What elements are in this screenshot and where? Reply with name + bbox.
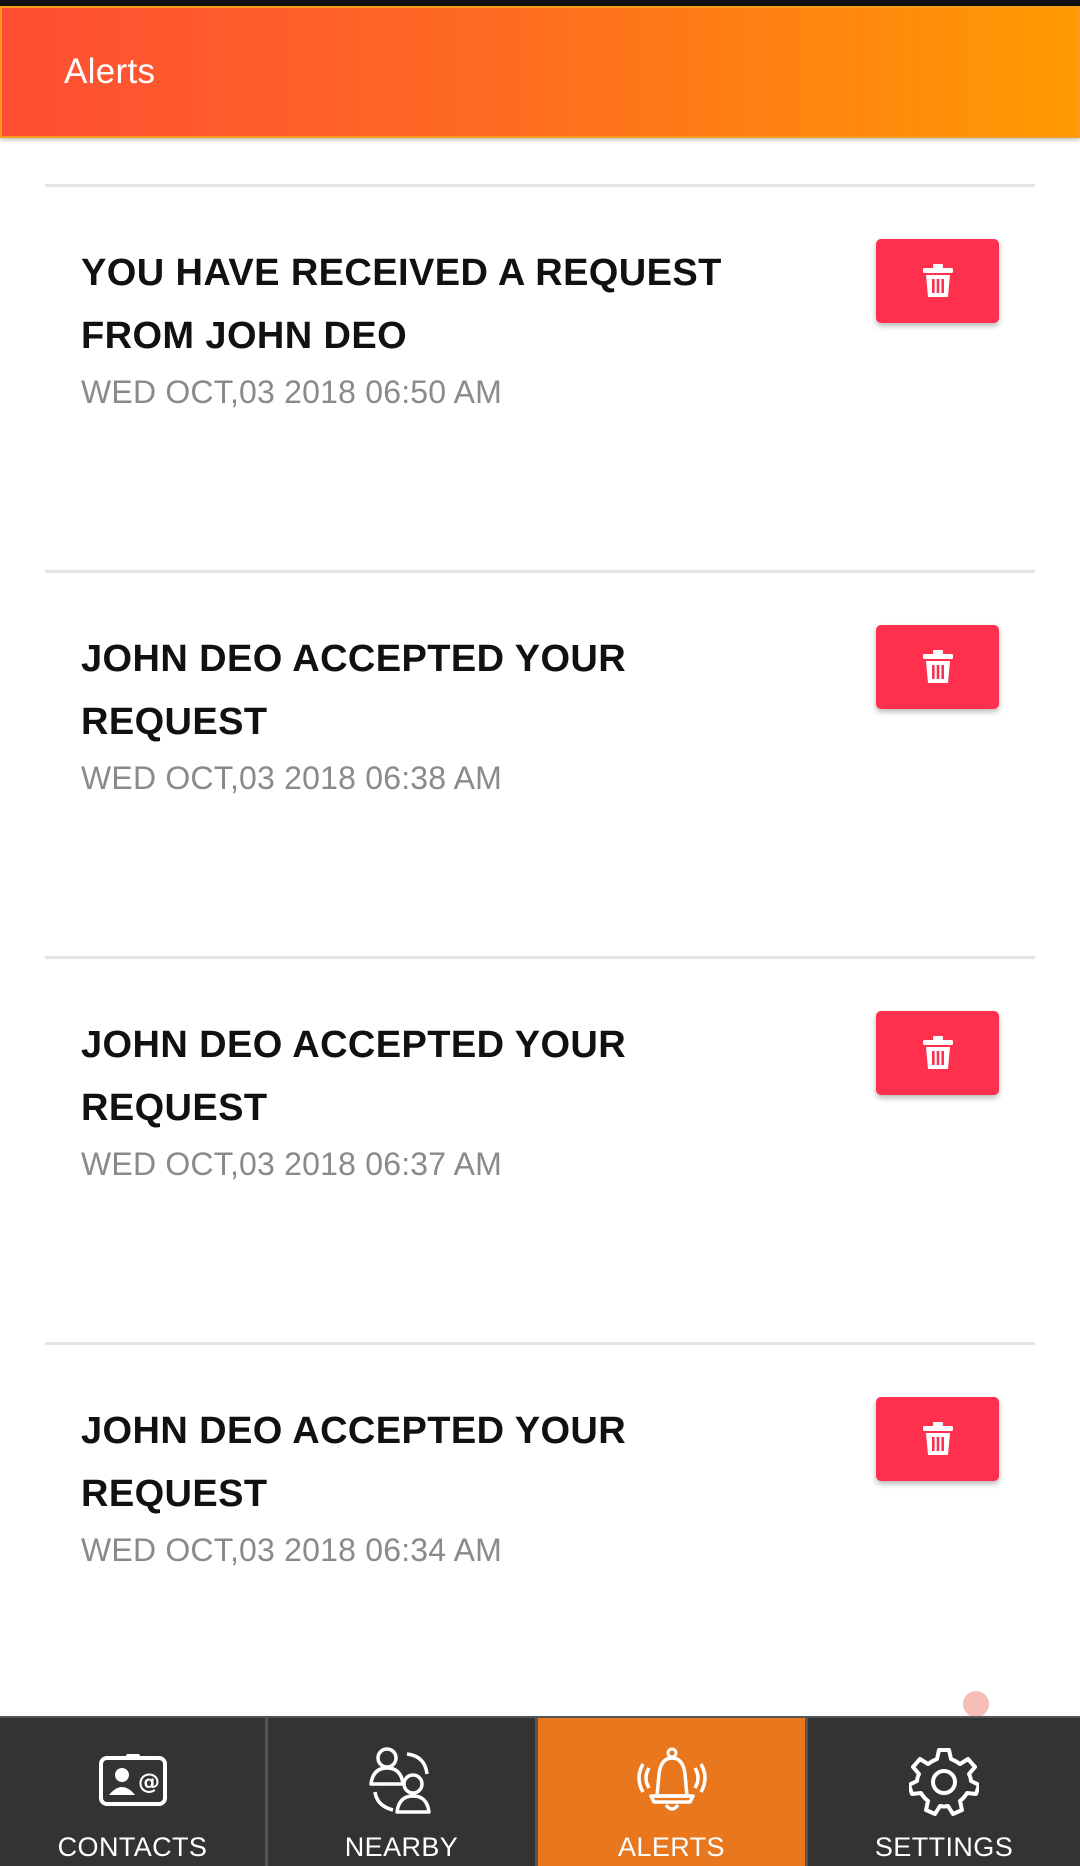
alert-content: YOU HAVE RECEIVED A REQUEST FROM JOHN DE… [81,242,801,411]
nav-label: NEARBY [344,1832,459,1862]
nav-tab-contacts[interactable]: @ CONTACTS [0,1718,268,1866]
svg-text:@: @ [138,1770,160,1795]
alert-title: YOU HAVE RECEIVED A REQUEST FROM JOHN DE… [81,252,722,357]
page-title: Alerts [64,52,156,91]
nav-tab-alerts[interactable]: ALERTS [538,1718,808,1866]
alert-timestamp: WED OCT,03 2018 06:37 AM [81,1146,503,1182]
alert-content: JOHN DEO ACCEPTED YOUR REQUEST WED OCT,0… [81,1400,801,1569]
bottom-navigation: @ CONTACTS NEARBY ALERTS SETTINGS [0,1716,1080,1866]
alert-list[interactable]: YOU HAVE RECEIVED A REQUEST FROM JOHN DE… [0,138,1080,1716]
trash-icon [922,1422,953,1455]
delete-alert-button[interactable] [876,239,999,323]
delete-alert-button[interactable] [876,1397,999,1481]
alert-card[interactable]: JOHN DEO ACCEPTED YOUR REQUEST WED OCT,0… [45,570,1035,956]
alert-card[interactable]: JOHN DEO ACCEPTED YOUR REQUEST WED OCT,0… [45,956,1035,1342]
trash-icon [922,1036,953,1069]
trash-icon [922,650,953,683]
alert-timestamp: WED OCT,03 2018 06:34 AM [81,1532,503,1568]
alert-timestamp: WED OCT,03 2018 06:50 AM [81,374,503,410]
alert-card[interactable]: JOHN DEO ACCEPTED YOUR REQUEST WED OCT,0… [45,1342,1035,1716]
nav-tab-settings[interactable]: SETTINGS [808,1718,1080,1866]
trash-icon [922,264,953,297]
alert-content: JOHN DEO ACCEPTED YOUR REQUEST WED OCT,0… [81,628,801,797]
alert-timestamp: WED OCT,03 2018 06:38 AM [81,760,503,796]
app-header: Alerts [0,6,1080,138]
nav-label: ALERTS [618,1832,725,1862]
alert-title: JOHN DEO ACCEPTED YOUR REQUEST [81,638,627,743]
nav-label: CONTACTS [57,1832,208,1862]
delete-alert-button[interactable] [876,625,999,709]
alert-title: JOHN DEO ACCEPTED YOUR REQUEST [81,1024,627,1129]
nav-label: SETTINGS [874,1832,1014,1862]
alert-card[interactable]: YOU HAVE RECEIVED A REQUEST FROM JOHN DE… [45,184,1035,570]
bell-ringing-icon [636,1747,707,1811]
delete-alert-button[interactable] [876,1011,999,1095]
app-logo-watermark [963,1691,989,1716]
nav-tab-nearby[interactable]: NEARBY [268,1718,538,1866]
people-nearby-icon [368,1747,431,1814]
alert-content: JOHN DEO ACCEPTED YOUR REQUEST WED OCT,0… [81,1014,801,1183]
alert-title: JOHN DEO ACCEPTED YOUR REQUEST [81,1410,627,1515]
app-screen: Alerts YOU HAVE RECEIVED A REQUEST FROM … [0,0,1080,1866]
contact-card-icon: @ [98,1754,167,1806]
gear-icon [909,1748,979,1816]
